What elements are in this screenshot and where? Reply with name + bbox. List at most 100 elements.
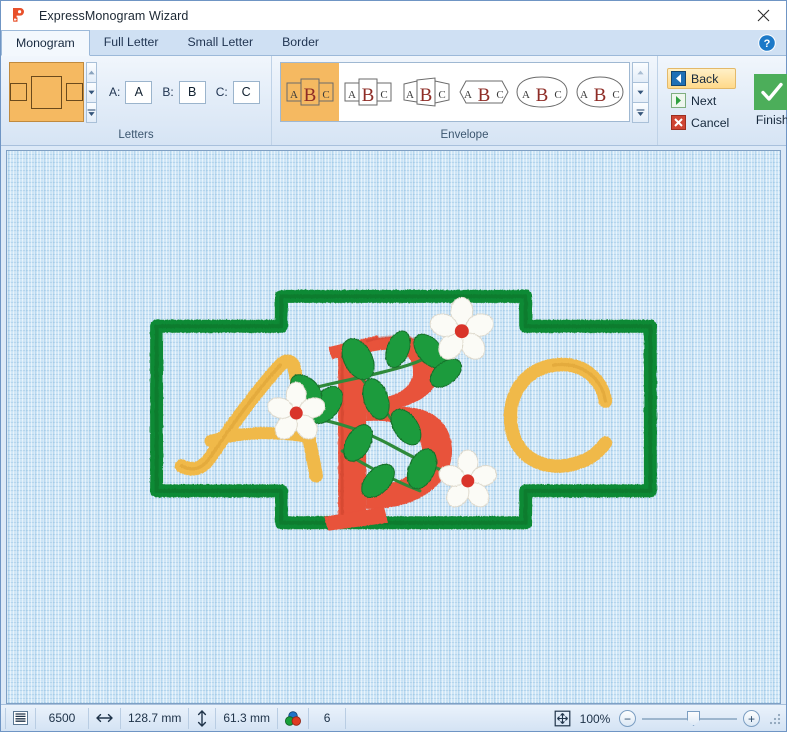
status-bar: 6500 128.7 mm 61.3 mm 6 100% − + — [1, 704, 786, 731]
color-count-value: 6 — [323, 711, 331, 725]
letter-b-input[interactable] — [178, 80, 206, 104]
envelope-scroll-up-button[interactable] — [632, 62, 649, 83]
envelope-scroll-down-button[interactable] — [632, 82, 649, 103]
letter-a-input[interactable] — [125, 80, 153, 104]
design-height-value: 61.3 mm — [223, 711, 271, 725]
envelope-thumb-letter: C — [612, 89, 619, 101]
close-icon[interactable] — [741, 1, 786, 30]
finish-check-icon — [754, 74, 787, 110]
layout-box-center — [31, 75, 62, 109]
monogram-layout-preview[interactable] — [9, 62, 84, 122]
envelope-thumb-letter: C — [322, 89, 329, 101]
envelope-style-6-thumb: ABC — [576, 76, 624, 108]
design-width-value: 128.7 mm — [128, 711, 182, 725]
ribbon-group-letters: A: B: C: Letters — [1, 56, 272, 145]
cancel-button[interactable]: Cancel — [667, 112, 736, 133]
envelope-gallery-expand-button[interactable] — [632, 102, 649, 123]
design-canvas[interactable] — [6, 150, 781, 704]
tab-full-letter[interactable]: Full Letter — [90, 29, 174, 55]
envelope-thumb-letter: A — [580, 89, 588, 101]
tab-strip: Monogram Full Letter Small Letter Border… — [1, 30, 786, 56]
stitch-count-icon — [13, 711, 28, 725]
next-button[interactable]: Next — [667, 90, 736, 111]
envelope-style-6[interactable]: ABC — [571, 63, 629, 121]
tab-border-label: Border — [282, 35, 320, 49]
next-button-label: Next — [691, 93, 717, 108]
tab-full-letter-label: Full Letter — [103, 35, 159, 49]
zoom-in-button[interactable]: + — [743, 710, 760, 727]
envelope-thumb-letter: B — [362, 85, 375, 106]
next-arrow-icon — [671, 93, 686, 108]
envelope-style-4-thumb: ABC — [459, 80, 509, 106]
width-icon-cell — [89, 707, 121, 729]
envelope-style-5[interactable]: ABC — [513, 63, 571, 121]
tab-monogram[interactable]: Monogram — [1, 30, 90, 56]
letters-gallery-expand-button[interactable] — [86, 102, 97, 123]
back-arrow-icon — [671, 71, 686, 86]
help-question-icon[interactable]: ? — [758, 34, 776, 52]
envelope-thumb-letter: C — [438, 89, 445, 101]
resize-grip-icon[interactable] — [768, 712, 782, 726]
envelope-style-5-thumb: ABC — [516, 76, 568, 108]
ribbon: A: B: C: Letters ABCABCABCABCABCABC — [1, 56, 787, 146]
height-icon-cell — [189, 707, 217, 729]
zoom-level-value: 100% — [579, 711, 611, 726]
envelope-style-4[interactable]: ABC — [455, 63, 513, 121]
fit-to-window-icon[interactable] — [554, 710, 571, 727]
envelope-style-3-thumb: ABC — [403, 77, 450, 107]
finish-button[interactable]: Finish — [748, 70, 787, 131]
envelope-thumb-letter: A — [522, 89, 530, 101]
title-bar: ExpressMonogram Wizard — [1, 1, 786, 30]
stitch-count-icon-cell — [5, 707, 36, 729]
letter-b-label: B: — [162, 85, 174, 99]
envelope-style-2-thumb: ABC — [344, 78, 392, 106]
letter-fields: A: B: C: — [109, 80, 265, 104]
envelope-thumb-letter: A — [464, 89, 472, 101]
tab-small-letter[interactable]: Small Letter — [173, 29, 268, 55]
tab-border[interactable]: Border — [268, 29, 334, 55]
zoom-out-button[interactable]: − — [619, 710, 636, 727]
envelope-style-2[interactable]: ABC — [339, 63, 397, 121]
tab-small-letter-label: Small Letter — [187, 35, 254, 49]
stitch-count-cell: 6500 — [36, 707, 89, 729]
zoom-in-label: + — [747, 711, 755, 726]
envelope-thumb-letter: C — [496, 89, 503, 101]
letters-scroll-up-button[interactable] — [86, 62, 97, 83]
envelope-thumb-letter: B — [304, 85, 317, 106]
window-title: ExpressMonogram Wizard — [39, 8, 189, 23]
envelope-thumb-letter: B — [536, 85, 549, 106]
letter-c-label: C: — [215, 85, 228, 99]
express-monogram-wizard-window: ExpressMonogram Wizard Monogram Full Let… — [0, 0, 787, 732]
envelope-style-1[interactable]: ABC — [281, 63, 339, 121]
monogram-design — [7, 151, 780, 703]
cancel-x-icon — [671, 115, 686, 130]
stitch-count-value: 6500 — [48, 711, 76, 725]
envelope-style-1-thumb: ABC — [286, 78, 334, 106]
letters-scroll-down-button[interactable] — [86, 82, 97, 103]
letters-group-label: Letters — [118, 129, 154, 141]
envelope-thumb-letter: A — [348, 89, 356, 101]
color-count-icon — [285, 710, 302, 726]
envelope-thumb-letter: B — [420, 85, 433, 106]
expressmonogram-logo-icon — [5, 1, 33, 30]
layout-box-left — [10, 83, 27, 101]
zoom-slider[interactable] — [642, 710, 737, 727]
width-arrow-icon — [96, 713, 113, 723]
envelope-thumb-letter: B — [478, 85, 491, 106]
letter-c-input[interactable] — [232, 80, 260, 104]
color-count-cell: 6 — [309, 707, 347, 729]
color-count-icon-cell — [278, 707, 310, 729]
letters-gallery-scroll — [86, 62, 97, 123]
back-button[interactable]: Back — [667, 68, 737, 89]
finish-button-label: Finish — [755, 113, 787, 127]
envelope-style-3[interactable]: ABC — [397, 63, 455, 121]
envelope-gallery[interactable]: ABCABCABCABCABCABC — [280, 62, 630, 122]
cancel-button-label: Cancel — [691, 115, 730, 130]
tab-monogram-label: Monogram — [16, 36, 75, 50]
letter-a-label: A: — [109, 85, 121, 99]
back-button-label: Back — [691, 71, 719, 86]
envelope-group-label: Envelope — [440, 129, 489, 141]
design-height-cell: 61.3 mm — [216, 707, 279, 729]
envelope-thumb-letter: A — [406, 89, 414, 101]
zoom-slider-thumb[interactable] — [687, 711, 700, 726]
